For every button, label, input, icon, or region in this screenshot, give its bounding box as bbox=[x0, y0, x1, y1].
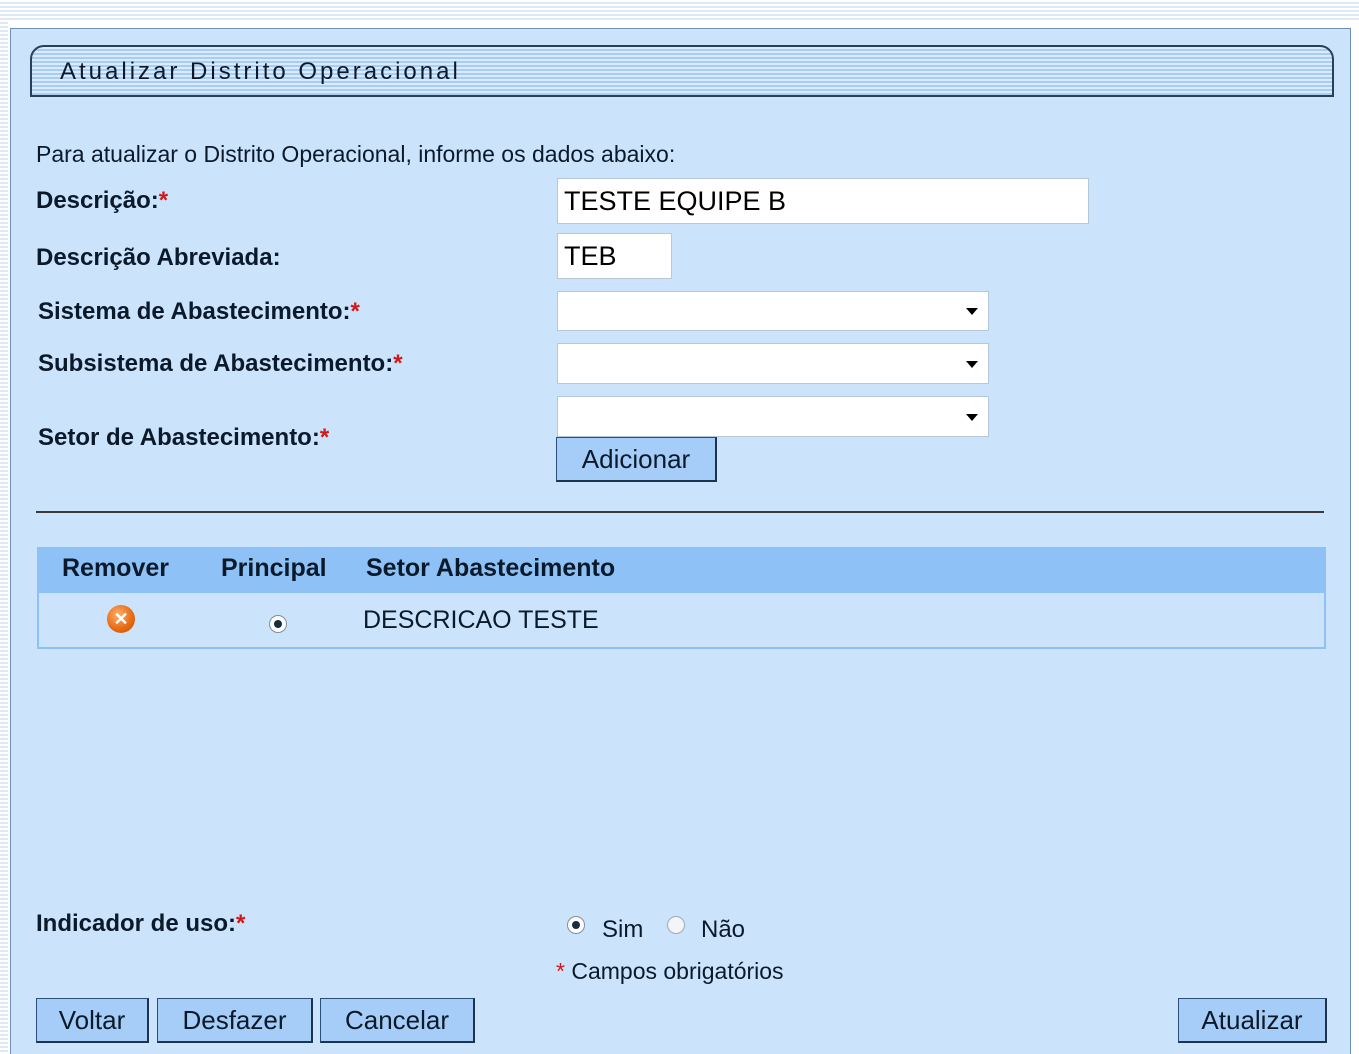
sistema-select[interactable] bbox=[557, 291, 989, 331]
subsistema-select[interactable] bbox=[557, 343, 989, 384]
divider bbox=[36, 511, 1324, 513]
principal-radio[interactable] bbox=[269, 615, 287, 633]
form-intro: Para atualizar o Distrito Operacional, i… bbox=[36, 141, 676, 167]
indicador-sim-label: Sim bbox=[602, 916, 644, 943]
chevron-down-icon bbox=[966, 360, 978, 368]
column-header-remover: Remover bbox=[62, 554, 169, 582]
remove-icon[interactable]: ✕ bbox=[107, 605, 135, 633]
required-asterisk: * bbox=[236, 910, 246, 937]
required-asterisk: * bbox=[556, 958, 565, 984]
top-decor-stripe bbox=[0, 0, 1359, 22]
descricao-label-text: Descrição: bbox=[36, 187, 159, 214]
sistema-label: Sistema de Abastecimento:* bbox=[38, 298, 360, 326]
page-title: Atualizar Distrito Operacional bbox=[60, 58, 461, 85]
indicador-nao-radio[interactable] bbox=[667, 916, 685, 934]
required-asterisk: * bbox=[158, 187, 169, 214]
descricao-abreviada-input[interactable] bbox=[557, 233, 672, 279]
chevron-down-icon bbox=[966, 308, 978, 315]
setor-label: Setor de Abastecimento:* bbox=[38, 424, 329, 452]
indicador-uso-label-text: Indicador de uso: bbox=[36, 910, 237, 937]
required-note-text: Campos obrigatórios bbox=[571, 958, 784, 984]
indicador-sim-radio[interactable] bbox=[567, 916, 585, 934]
required-asterisk: * bbox=[350, 298, 360, 325]
descricao-abreviada-label: Descrição Abreviada: bbox=[36, 244, 281, 271]
required-asterisk: * bbox=[393, 350, 403, 377]
indicador-uso-label: Indicador de uso:* bbox=[36, 910, 245, 938]
column-header-principal: Principal bbox=[221, 554, 327, 582]
descricao-label: Descrição:* bbox=[36, 187, 168, 215]
table-row bbox=[37, 593, 1326, 649]
subsistema-label-text: Subsistema de Abastecimento: bbox=[38, 350, 394, 377]
required-asterisk: * bbox=[319, 424, 330, 451]
chevron-down-icon bbox=[966, 413, 978, 421]
required-note: * Campos obrigatórios bbox=[556, 958, 784, 985]
setor-select[interactable] bbox=[557, 396, 989, 437]
desfazer-button[interactable]: Desfazer bbox=[157, 998, 313, 1043]
adicionar-button[interactable]: Adicionar bbox=[556, 437, 717, 482]
left-decor-stripe bbox=[0, 0, 8, 1054]
column-header-setor: Setor Abastecimento bbox=[366, 554, 616, 582]
sistema-label-text: Sistema de Abastecimento: bbox=[38, 298, 351, 325]
subsistema-label: Subsistema de Abastecimento:* bbox=[38, 350, 403, 378]
atualizar-button[interactable]: Atualizar bbox=[1178, 998, 1327, 1043]
setor-label-text: Setor de Abastecimento: bbox=[38, 424, 320, 451]
setor-cell: DESCRICAO TESTE bbox=[363, 606, 599, 634]
voltar-button[interactable]: Voltar bbox=[36, 998, 149, 1043]
cancelar-button[interactable]: Cancelar bbox=[320, 998, 475, 1043]
descricao-input[interactable] bbox=[557, 178, 1089, 224]
indicador-nao-label: Não bbox=[701, 916, 746, 943]
